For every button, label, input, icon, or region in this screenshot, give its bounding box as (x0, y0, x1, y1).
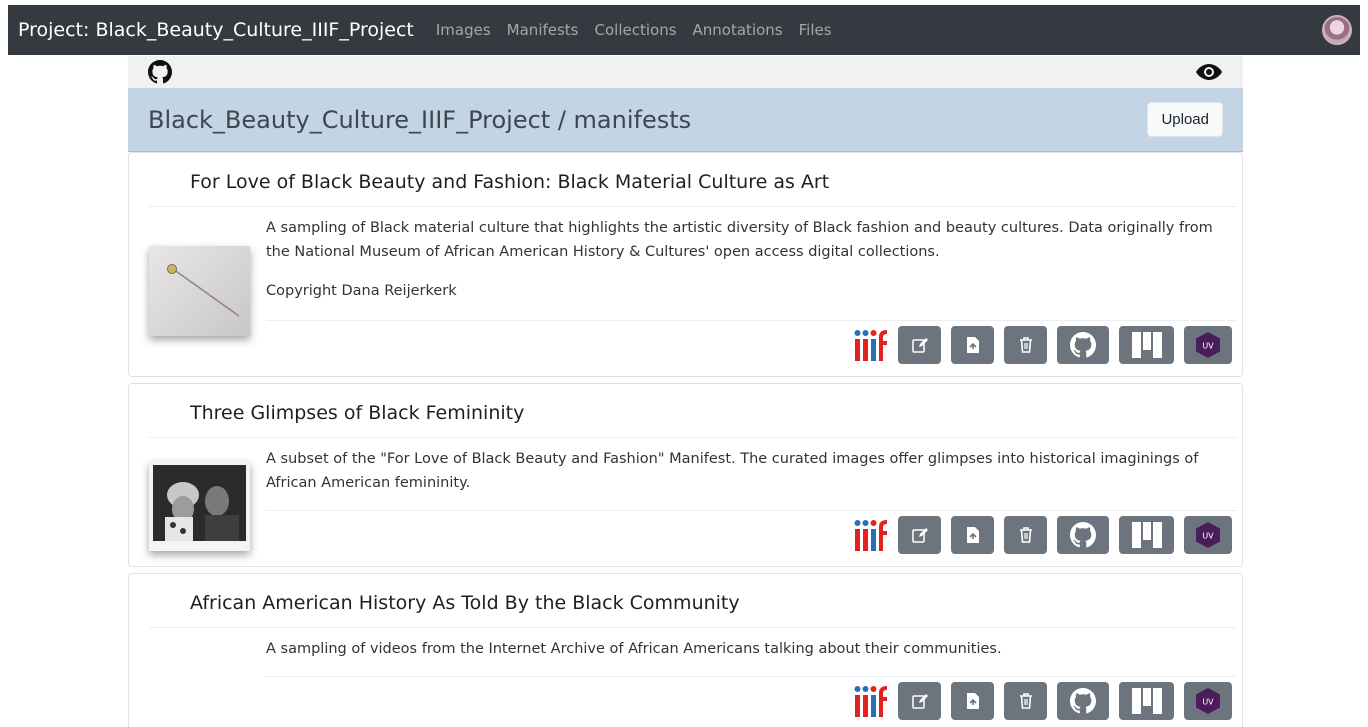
manifests-title-bar: Black_Beauty_Culture_IIIF_Project / mani… (128, 88, 1243, 152)
eye-icon[interactable] (1195, 61, 1223, 83)
edit-icon (911, 338, 928, 353)
add-file-button[interactable] (951, 516, 994, 554)
manifest-title[interactable]: For Love of Black Beauty and Fashion: Bl… (190, 171, 829, 193)
github-icon[interactable] (148, 60, 172, 84)
top-navbar: Project: Black_Beauty_Culture_IIIF_Proje… (8, 5, 1360, 55)
manifest-card: African American History As Told By the … (128, 573, 1243, 727)
file-upload-icon (966, 527, 979, 543)
edit-button[interactable] (898, 326, 941, 364)
github-icon (1070, 688, 1096, 714)
manifest-title[interactable]: Three Glimpses of Black Femininity (190, 402, 524, 424)
file-upload-icon (966, 693, 979, 709)
uv-icon: UV (1196, 688, 1220, 714)
mirador-icon (1131, 522, 1162, 548)
nav-link-images[interactable]: Images (436, 21, 491, 39)
github-icon (1070, 522, 1096, 548)
nav-link-files[interactable]: Files (799, 21, 832, 39)
manifest-actions: UV (854, 516, 1232, 554)
nav-links: Images Manifests Collections Annotations… (436, 21, 832, 39)
divider (266, 320, 1237, 321)
divider (266, 510, 1237, 511)
file-upload-icon (966, 337, 979, 353)
add-file-button[interactable] (951, 682, 994, 720)
iiif-icon[interactable] (854, 685, 888, 717)
uv-button[interactable]: UV (1184, 516, 1232, 554)
uv-button[interactable]: UV (1184, 682, 1232, 720)
manifest-copyright: Copyright Dana Reijerkerk (266, 283, 457, 299)
edit-icon (911, 528, 928, 543)
uv-icon: UV (1196, 522, 1220, 548)
divider (149, 627, 1237, 628)
main-container: Black_Beauty_Culture_IIIF_Project / mani… (128, 56, 1243, 152)
mirador-icon (1131, 332, 1162, 358)
iiif-icon[interactable] (854, 519, 888, 551)
photo-image (153, 465, 246, 541)
repo-icon-strip (128, 56, 1243, 88)
user-avatar[interactable] (1322, 15, 1352, 45)
manifest-thumbnail[interactable] (149, 246, 250, 336)
manifest-description: A sampling of Black material culture tha… (266, 220, 1213, 260)
trash-icon (1019, 693, 1032, 709)
svg-text:UV: UV (1202, 698, 1214, 707)
manifest-thumbnail[interactable] (149, 461, 250, 551)
github-button[interactable] (1057, 682, 1109, 720)
uv-button[interactable]: UV (1184, 326, 1232, 364)
manifest-card: Three Glimpses of Black Femininity A sub… (128, 383, 1243, 567)
page: Project: Black_Beauty_Culture_IIIF_Proje… (0, 0, 1368, 727)
mirador-button[interactable] (1119, 682, 1174, 720)
mirador-button[interactable] (1119, 326, 1174, 364)
delete-button[interactable] (1004, 516, 1047, 554)
github-button[interactable] (1057, 516, 1109, 554)
mirador-button[interactable] (1119, 516, 1174, 554)
divider (149, 206, 1237, 207)
delete-button[interactable] (1004, 682, 1047, 720)
nav-link-collections[interactable]: Collections (595, 21, 677, 39)
divider (266, 676, 1237, 677)
add-file-button[interactable] (951, 326, 994, 364)
manifest-description: A sampling of videos from the Internet A… (266, 641, 1002, 657)
edit-button[interactable] (898, 682, 941, 720)
hatpin-image (167, 264, 240, 317)
edit-button[interactable] (898, 516, 941, 554)
github-icon (1070, 332, 1096, 358)
manifest-card: For Love of Black Beauty and Fashion: Bl… (128, 152, 1243, 377)
manifest-actions: UV (854, 682, 1232, 720)
svg-text:UV: UV (1202, 532, 1214, 541)
mirador-icon (1131, 688, 1162, 714)
uv-icon: UV (1196, 332, 1220, 358)
github-button[interactable] (1057, 326, 1109, 364)
svg-text:UV: UV (1202, 342, 1214, 351)
manifest-description: A subset of the "For Love of Black Beaut… (266, 451, 1199, 491)
nav-link-annotations[interactable]: Annotations (693, 21, 783, 39)
project-brand[interactable]: Project: Black_Beauty_Culture_IIIF_Proje… (18, 19, 414, 41)
trash-icon (1019, 527, 1032, 543)
page-title: Black_Beauty_Culture_IIIF_Project / mani… (148, 105, 692, 134)
edit-icon (911, 694, 928, 709)
manifest-actions: UV (854, 326, 1232, 364)
upload-button[interactable]: Upload (1147, 102, 1223, 137)
trash-icon (1019, 337, 1032, 353)
delete-button[interactable] (1004, 326, 1047, 364)
divider (149, 437, 1237, 438)
nav-link-manifests[interactable]: Manifests (507, 21, 579, 39)
manifest-title[interactable]: African American History As Told By the … (190, 592, 740, 614)
iiif-icon[interactable] (854, 329, 888, 361)
